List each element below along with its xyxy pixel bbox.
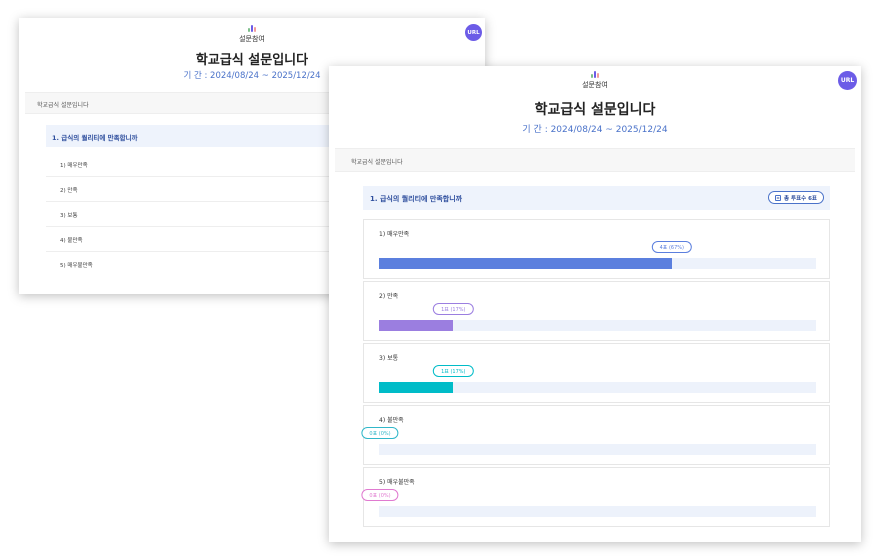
app-logo: 설문참여 (329, 71, 861, 90)
total-votes-text: 총 투표수 6표 (784, 195, 817, 202)
total-votes-badge: = 총 투표수 6표 (768, 191, 824, 204)
result-bar-fill (379, 320, 454, 331)
question-title: 1. 급식의 퀄리티에 만족합니까 = 총 투표수 6표 (363, 186, 830, 210)
section-header: 학교급식 설문입니다 (335, 148, 855, 172)
ballot-icon: = (775, 194, 782, 201)
result-card: 4) 불만족 0표 (0%) (361, 405, 830, 465)
result-vote-tooltip: 0표 (0%) (361, 427, 399, 439)
option-label: 5) 매우불만족 (60, 263, 93, 269)
result-bar-track (379, 506, 816, 517)
app-logo: 설문참여 (19, 25, 485, 44)
result-card: 3) 보통 1표 (17%) (363, 343, 830, 403)
result-card: 1) 매우만족 4표 (67%) (363, 219, 830, 279)
result-option-label: 4) 불만족 (379, 417, 404, 424)
result-option-label: 5) 매우불만족 (379, 479, 415, 486)
result-option-label: 1) 매우만족 (379, 231, 410, 238)
survey-title: 학교급식 설문입니다 (534, 102, 656, 118)
result-bar-track (379, 258, 816, 269)
result-vote-tooltip: 4표 (67%) (651, 241, 692, 253)
result-bar-fill (379, 382, 454, 393)
result-bar-track (379, 320, 816, 331)
question-title-text: 1. 급식의 퀄리티에 만족합니까 (370, 195, 463, 203)
result-card: 5) 매우불만족 0표 (0%) (361, 467, 830, 527)
logo-text: 설문참여 (582, 81, 608, 89)
result-vote-tooltip: 0표 (0%) (361, 489, 399, 501)
result-option-label: 2) 만족 (379, 293, 399, 300)
chart-logo-icon (329, 71, 861, 78)
result-bar-track (379, 444, 816, 455)
result-option-label: 3) 보통 (379, 355, 399, 362)
option-label: 3) 보통 (60, 213, 78, 219)
result-card: 2) 만족 1표 (17%) (363, 281, 830, 341)
survey-period: 기 간 : 2024/08/24 ~ 2025/12/24 (522, 125, 668, 135)
result-bar-track (379, 382, 816, 393)
option-label: 4) 불만족 (60, 238, 83, 244)
option-label: 1) 매우만족 (60, 163, 88, 169)
url-button[interactable]: URL (838, 71, 857, 90)
logo-text: 설문참여 (239, 35, 265, 43)
url-button[interactable]: URL (465, 24, 482, 41)
result-bar-fill (379, 258, 672, 269)
option-label: 2) 만족 (60, 188, 78, 194)
survey-results-card: 설문참여 URL 학교급식 설문입니다 기 간 : 2024/08/24 ~ 2… (329, 66, 861, 542)
chart-logo-icon (19, 25, 485, 32)
result-vote-tooltip: 1표 (17%) (433, 365, 474, 377)
result-vote-tooltip: 1표 (17%) (433, 303, 474, 315)
